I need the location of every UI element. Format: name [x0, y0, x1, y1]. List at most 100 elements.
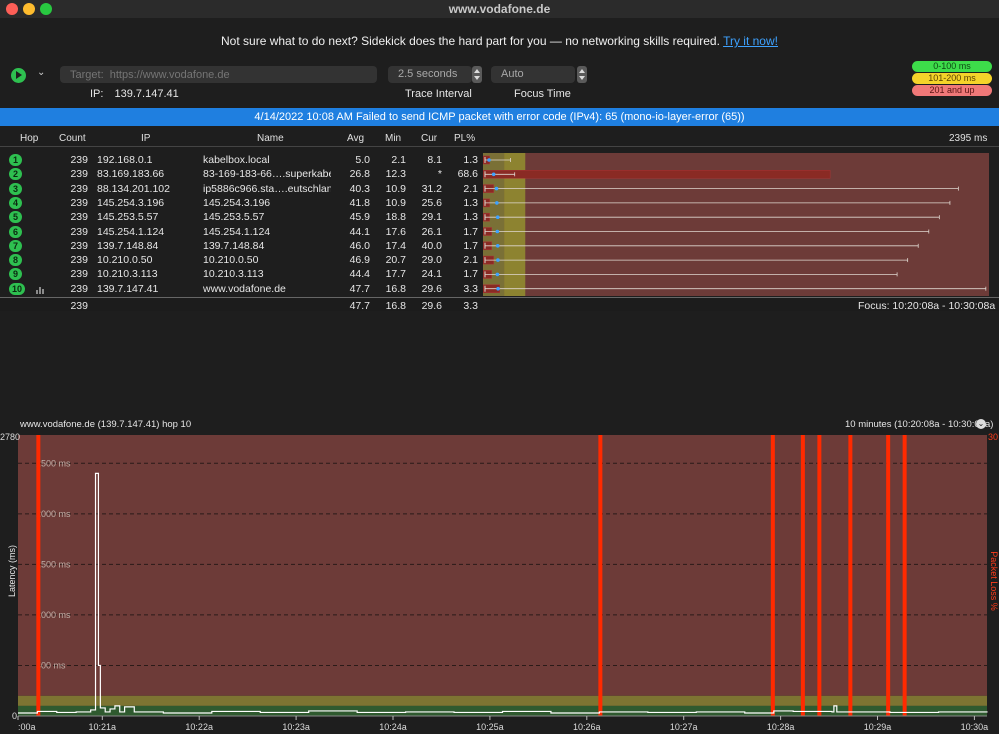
red-zone [18, 435, 987, 696]
count-cell: 239 [70, 154, 88, 166]
table-row[interactable]: 9 239 10.210.3.113 10.210.3.113 44.4 17.7 24.1… [0, 267, 999, 281]
cur-cell: 29.0 [421, 254, 442, 267]
ip-cell: 139.7.147.41 [97, 282, 159, 295]
name-cell: 83-169-183-66….superkabel.de [203, 168, 331, 181]
ip-cell: 145.253.5.57 [97, 211, 159, 224]
ip-cell: 192.168.0.1 [97, 154, 153, 166]
avg-cell: 41.8 [349, 196, 370, 209]
x-tick-label: :00a [18, 722, 36, 732]
col-min[interactable]: Min [385, 133, 401, 144]
col-count[interactable]: Count [59, 133, 86, 144]
promo-banner: Not sure what to do next? Sidekick does … [0, 34, 999, 50]
cur-cell: 24.1 [421, 268, 442, 281]
focus-range: Focus: 10:20:08a - 10:30:08a [858, 300, 996, 312]
table-row[interactable]: 6 239 145.254.1.124 145.254.1.124 44.1 17.6 26… [0, 225, 999, 239]
x-tick-label: 10:22a [185, 722, 213, 732]
resolved-ip: IP: 139.7.147.41 [90, 88, 179, 100]
try-it-now-link[interactable]: Try it now! [723, 34, 778, 48]
target-input[interactable] [60, 66, 377, 83]
latency-chart[interactable]: 2500 ms 2000 ms 1500 ms 1000 ms 500 ms 0 2780 3… [0, 431, 999, 734]
packet-loss-marker [800, 435, 805, 716]
ip-cell: 10.210.0.50 [97, 254, 153, 267]
hop-table-header: Hop Count IP Name Avg Min Cur PL% 2395 m… [0, 130, 999, 147]
avg-cell: 47.7 [349, 282, 370, 295]
ip-cell: 10.210.3.113 [97, 268, 158, 281]
count-cell: 239 [70, 196, 88, 209]
summary-row: 239 47.7 16.8 29.6 3.3 Focus: 10:20:08a … [0, 297, 999, 312]
cur-cell: 31.2 [421, 182, 442, 195]
pl-cell: 1.7 [463, 239, 478, 252]
legend-green: 0-100 ms [912, 61, 992, 72]
cur-cell: 8.1 [427, 154, 442, 166]
ip-value: 139.7.147.41 [114, 88, 179, 100]
x-tick-label: 10:30a [961, 722, 989, 732]
summary-count: 239 [70, 300, 88, 312]
summary-min: 16.8 [385, 300, 406, 312]
y-max-label: 2780 [0, 432, 20, 442]
count-cell: 239 [70, 268, 88, 281]
summary-avg: 47.7 [349, 300, 370, 312]
pl-cell: 1.3 [463, 154, 478, 166]
bar-chart-icon[interactable] [36, 285, 46, 294]
x-tick-label: 10:26a [573, 722, 601, 732]
name-cell: 139.7.148.84 [203, 239, 265, 252]
hop-number-badge: 10 [9, 282, 25, 295]
pl-cell: 1.7 [463, 268, 478, 281]
cur-cell: 26.1 [421, 225, 442, 238]
pl-cell: 1.3 [463, 211, 478, 224]
min-cell: 18.8 [385, 211, 406, 224]
y-tick-label: 500 ms [36, 660, 66, 670]
x-tick-label: 10:28a [767, 722, 795, 732]
hop-number-badge: 4 [9, 196, 22, 209]
x-tick-label: 10:29a [864, 722, 892, 732]
packet-loss-marker [598, 435, 603, 716]
col-pl[interactable]: PL% [454, 133, 475, 144]
start-trace-button[interactable] [11, 68, 26, 83]
focus-time-select[interactable]: Auto [491, 66, 575, 83]
trace-interval-select[interactable]: 2.5 seconds [388, 66, 472, 83]
ip-label: IP: [90, 88, 104, 100]
pl-cell: 68.6 [457, 168, 478, 181]
focus-time-stepper[interactable] [577, 66, 587, 83]
x-tick-label: 10:23a [282, 722, 310, 732]
chart-range[interactable]: 10 minutes (10:20:08a - 10:30:08a) [845, 419, 993, 430]
table-row[interactable]: 8 239 10.210.0.50 10.210.0.50 46.9 20.7 29.0 2.… [0, 253, 999, 267]
hop-number-badge: 2 [9, 168, 22, 181]
min-cell: 10.9 [385, 196, 406, 209]
table-row[interactable]: 10 239 139.7.147.41 www.vodafone.de 47.7 16.8… [0, 282, 999, 296]
table-row[interactable]: 7 239 139.7.148.84 139.7.148.84 46.0 17.4 40.0… [0, 239, 999, 253]
y-tick-label: 2500 ms [36, 458, 71, 468]
table-row[interactable]: 4 239 145.254.3.196 145.254.3.196 41.8 10.9 25… [0, 196, 999, 210]
y-tick-label: 2000 ms [36, 509, 71, 519]
hop-number-badge: 1 [9, 154, 22, 166]
cur-cell: * [437, 168, 442, 181]
col-cur[interactable]: Cur [421, 133, 437, 144]
table-row[interactable]: 5 239 145.253.5.57 145.253.5.57 45.9 18.8 29.1… [0, 210, 999, 224]
ip-cell: 139.7.148.84 [97, 239, 159, 252]
col-ip[interactable]: IP [141, 133, 150, 144]
table-row[interactable]: 1 239 192.168.0.1 kabelbox.local 5.0 2.1 8.1 1.… [0, 153, 999, 167]
avg-cell: 46.9 [349, 254, 370, 267]
chevron-down-icon[interactable]: ⌄ [37, 67, 45, 78]
chevron-down-icon[interactable]: ⌄ [976, 419, 986, 429]
cur-cell: 29.6 [421, 282, 442, 295]
trace-interval-stepper[interactable] [472, 66, 482, 83]
pl-cell: 3.3 [463, 282, 478, 295]
chart-header: www.vodafone.de (139.7.147.41) hop 10 10… [0, 418, 999, 431]
col-name[interactable]: Name [257, 133, 284, 144]
y-tick-label: 1500 ms [36, 559, 71, 569]
min-cell: 20.7 [385, 254, 406, 267]
avg-cell: 45.9 [349, 211, 370, 224]
trace-interval-label: Trace Interval [405, 88, 472, 100]
count-cell: 239 [70, 182, 88, 195]
col-hop[interactable]: Hop [20, 133, 38, 144]
ip-cell: 88.134.201.102 [97, 182, 170, 195]
table-row[interactable]: 2 239 83.169.183.66 83-169-183-66….superkab… [0, 167, 999, 181]
packet-loss-marker [848, 435, 853, 716]
table-row[interactable]: 3 239 88.134.201.102 ip5886c966.sta….eutsch… [0, 182, 999, 196]
hop-number-badge: 7 [9, 239, 22, 252]
packet-loss-marker [770, 435, 775, 716]
col-avg[interactable]: Avg [347, 133, 364, 144]
hop-number-badge: 8 [9, 254, 22, 267]
title-bar: www.vodafone.de [0, 0, 999, 18]
